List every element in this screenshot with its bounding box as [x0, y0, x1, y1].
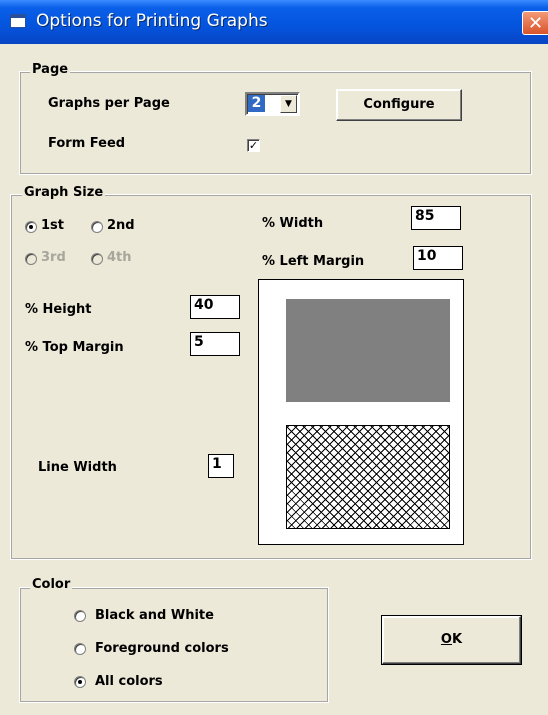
- line-width-input[interactable]: 1: [208, 454, 234, 478]
- radio-4th-label: 4th: [107, 250, 132, 265]
- left-margin-label: % Left Margin: [262, 254, 365, 269]
- radio-foreground-colors-label[interactable]: Foreground colors: [95, 641, 229, 656]
- close-button[interactable]: ✕: [522, 11, 548, 35]
- line-width-label: Line Width: [38, 460, 117, 475]
- radio-4th: [91, 253, 103, 265]
- radio-1st[interactable]: [25, 221, 37, 233]
- width-input[interactable]: 85: [411, 206, 461, 230]
- ok-label-rest: K: [451, 632, 463, 647]
- radio-foreground-colors[interactable]: [74, 643, 86, 655]
- window-title: Options for Printing Graphs: [36, 11, 268, 31]
- radio-2nd[interactable]: [91, 221, 103, 233]
- radio-3rd-label: 3rd: [41, 250, 66, 265]
- form-feed-checkbox[interactable]: ✓: [247, 139, 260, 152]
- graph-preview-1: [286, 299, 450, 402]
- left-margin-input[interactable]: 10: [413, 246, 463, 270]
- radio-all-colors[interactable]: [74, 676, 86, 688]
- page-group: [19, 71, 532, 175]
- graphs-per-page-value: 2: [248, 95, 265, 112]
- chevron-down-icon[interactable]: ▼: [280, 95, 297, 113]
- configure-button[interactable]: Configure: [336, 89, 462, 121]
- width-label: % Width: [262, 216, 324, 231]
- radio-black-and-white[interactable]: [74, 610, 86, 622]
- page-group-legend: Page: [30, 62, 71, 77]
- radio-all-colors-label[interactable]: All colors: [95, 674, 163, 689]
- height-input[interactable]: 40: [190, 295, 240, 319]
- form-feed-label: Form Feed: [48, 136, 126, 151]
- radio-3rd: [25, 253, 37, 265]
- radio-black-and-white-label[interactable]: Black and White: [95, 608, 214, 623]
- page-preview: [258, 279, 464, 545]
- top-margin-input[interactable]: 5: [190, 332, 240, 356]
- top-margin-label: % Top Margin: [25, 340, 124, 355]
- graphs-per-page-select[interactable]: 2 ▼: [245, 92, 300, 116]
- radio-2nd-label[interactable]: 2nd: [107, 218, 135, 233]
- graphs-per-page-label: Graphs per Page: [48, 96, 170, 111]
- title-bar[interactable]: Options for Printing Graphs ✕: [0, 0, 548, 44]
- height-label: % Height: [25, 302, 92, 317]
- ok-button[interactable]: OK: [381, 615, 522, 665]
- window-icon: [10, 14, 26, 28]
- graph-preview-2: [286, 425, 450, 529]
- graph-size-legend: Graph Size: [22, 185, 106, 200]
- color-group-legend: Color: [30, 577, 73, 592]
- ok-access-key: O: [440, 632, 452, 647]
- radio-1st-label[interactable]: 1st: [41, 218, 64, 233]
